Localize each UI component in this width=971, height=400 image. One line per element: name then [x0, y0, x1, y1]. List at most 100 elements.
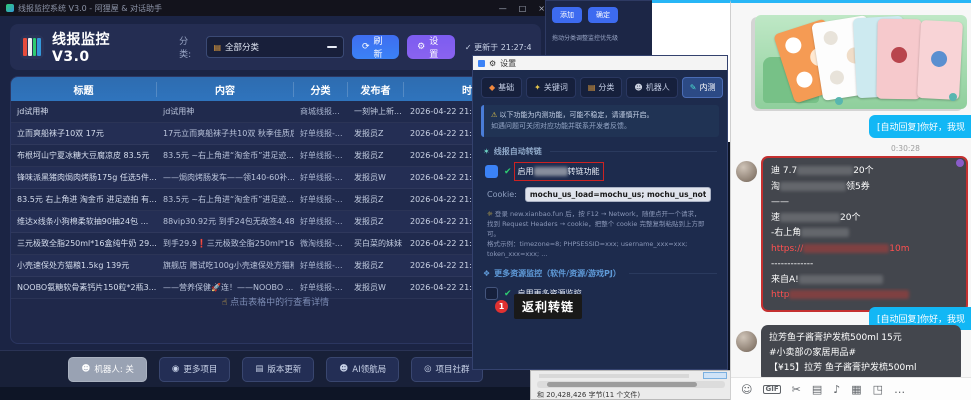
message-line: -右上角 [771, 226, 958, 242]
section-convert-links: ✶ 线报自动转链 [483, 146, 717, 157]
annotation-callout: 1 返利转链 [495, 294, 582, 319]
table-cell: 维达x线条小狗棉柔软抽90抽24包 ... [11, 216, 157, 227]
column-header: 标题 [11, 82, 157, 97]
table-row[interactable]: 布根坷山宁夏冰糖大豆腐凉皮 83.5元83.5元 ~右上角进“淘金币”进足迹..… [11, 145, 540, 167]
table-cell: 布根坷山宁夏冰糖大豆腐凉皮 83.5元 [11, 150, 157, 161]
background-window-button[interactable]: 确定 [588, 7, 618, 23]
table-cell: 发报员Z [348, 128, 404, 139]
annotation-badge: 1 [495, 300, 508, 313]
emoji-icon[interactable]: ☺ [741, 384, 752, 395]
column-header: 发布者 [348, 82, 404, 97]
gif-icon[interactable]: GIF [763, 385, 780, 394]
redacted-text [801, 228, 849, 237]
deal-message[interactable]: 拉芳鱼子酱膏护发梳500ml 15元#小卖部の家居用品#【¥15】拉芳 鱼子酱膏… [761, 325, 961, 382]
main-window: 线报监控系统 V3.0 - 阿狸屋 & 对话助手 — □ × 线报监控 V3.0… [0, 0, 551, 386]
table-row[interactable]: 小壳速保处方猫粮1.5kg 139元旗舰店 赠试吃100g小壳速保处方猫粮...… [11, 255, 540, 277]
deal-message-annotated[interactable]: 迪 7.720个淘领5券——速20个-右上角https://10m-------… [761, 156, 968, 312]
settings-button[interactable]: ⚙ 设置 [407, 35, 455, 59]
dialog-gear-icon: ⚙ [489, 59, 496, 68]
cookie-tips: ☼ 登录 new.xianbao.fun 后，按 F12 → Network，随… [487, 209, 715, 259]
desktop: 线报监控系统 V3.0 - 阿狸屋 & 对话助手 — □ × 线报监控 V3.0… [0, 0, 971, 400]
project-community-icon: ◎ [424, 364, 431, 374]
chat-timestamp: 0:30:28 [891, 144, 920, 153]
screen-capture-icon[interactable]: ◳ [873, 384, 883, 395]
section-more-resources: ❖ 更多资源监控（软件/资源/游戏PJ） [483, 268, 717, 279]
table-row[interactable]: 立而爽船袜子10双 17元17元立而爽船袜子共10双 秋季佳质后石...好单线报… [11, 123, 540, 145]
scrollbar-thumb[interactable] [547, 382, 697, 387]
message-line: 速20个 [771, 211, 958, 227]
convert-toggle-row: ✔ 启用转链功能 [485, 165, 727, 178]
redacted-text [799, 275, 883, 284]
table-cell: 到手29.9❗三元极致全脂250ml*16... [157, 238, 294, 249]
more-projects-button[interactable]: ◉更多项目 [159, 357, 230, 382]
message-line: 【¥15】拉芳 鱼子酱膏护发梳500ml [769, 361, 953, 376]
table-row[interactable]: 三元极致全脂250ml*16盒纯牛奶 29....到手29.9❗三元极致全脂25… [11, 233, 540, 255]
message-line: #小卖部の家居用品# [769, 346, 953, 361]
redacted-text [797, 166, 853, 175]
clipboard-icon: ▤ [213, 43, 221, 52]
tab-category[interactable]: ▤分类 [580, 77, 623, 98]
more-icon[interactable]: … [894, 384, 905, 395]
convert-toggle-label: 启用转链功能 [518, 166, 600, 177]
settings-dialog: ⚙ 设置 ◆基础✦关键词▤分类☻机器人✎内测 ⚠ 以下功能为内测功能，可能不稳定… [472, 55, 728, 370]
table-cell: 83.5元 ~右上角进“淘金币”进足迹... [157, 194, 294, 205]
screenshot-scissors-icon[interactable]: ✂ [792, 384, 801, 395]
redacted-text [803, 244, 889, 253]
header-card: 线报监控 V3.0 分类: ▤ 全部分类 ⟳ 刷新 ⚙ 设置 ✓ 更新于 21:… [10, 24, 541, 70]
convert-checkbox[interactable] [485, 165, 498, 178]
table-cell: 旗舰店 赠试吃100g小壳速保处方猫粮... [157, 260, 294, 271]
table-cell: 发报员Z [348, 216, 404, 227]
file-folder-icon[interactable]: ▤ [812, 384, 822, 395]
close-icon[interactable]: × [538, 4, 545, 13]
tab-keywords[interactable]: ✦关键词 [526, 77, 576, 98]
table-cell: 好单线报-... [294, 128, 348, 139]
table-row[interactable]: 维达x线条小狗棉柔软抽90抽24包 ...88vip30.92元 到手24包无敌… [11, 211, 540, 233]
category-dropdown[interactable]: ▤ 全部分类 [206, 36, 343, 58]
background-window-button[interactable]: 添加 [552, 7, 582, 23]
maximize-icon[interactable]: □ [519, 4, 527, 13]
checkmark-icon: ✔ [504, 167, 512, 177]
column-header: 内容 [157, 82, 294, 97]
table-cell: 83.5元 右上角进 淘金币 进足迹拍 有... [11, 194, 157, 205]
gear-icon: ⚙ [417, 42, 425, 52]
warning-icon: ⚠ [491, 111, 497, 119]
tab-basic[interactable]: ◆基础 [481, 77, 522, 98]
tab-beta[interactable]: ✎内测 [682, 77, 724, 98]
footer-toolbar: ☻机器人: 关◉更多项目▤版本更新☻AI领航局◎项目社群 [0, 350, 551, 387]
minimize-icon[interactable]: — [499, 4, 507, 13]
sender-avatar[interactable] [736, 161, 757, 182]
cookie-input[interactable] [525, 187, 711, 202]
refresh-button[interactable]: ⟳ 刷新 [352, 35, 399, 59]
table-row[interactable]: 83.5元 右上角进 淘金币 进足迹拍 有...83.5元 ~右上角进“淘金币”… [11, 189, 540, 211]
table-row[interactable]: 锋味派黑猪肉焗肉烤肠175g 任选5件...——焗肉烤肠发车——领140-60补… [11, 167, 540, 189]
dialog-titlebar: ⚙ 设置 [473, 56, 727, 70]
ai-navigator-icon: ☻ [339, 364, 348, 374]
annotation-label: 返利转链 [514, 294, 582, 319]
table-cell: 买白菜的妹妹 [348, 238, 404, 249]
sender-avatar[interactable] [736, 331, 757, 352]
robot-toggle-icon: ☻ [81, 364, 90, 374]
category-label: 分类: [179, 34, 198, 60]
image-icon[interactable]: ▦ [851, 384, 861, 395]
ai-navigator-button[interactable]: ☻AI领航局 [326, 357, 399, 382]
table-cell: 商城线报... [294, 106, 348, 117]
table-row[interactable]: jd试用神jd试用神商城线报...一刻钟上新...2026-04-22 21:2 [11, 101, 540, 123]
file-explorer-sliver: ▶ 和 20,428,426 字节(11 个文件) [530, 370, 742, 400]
table-cell: 发报员Z [348, 150, 404, 161]
message-line: 迪 7.720个 [771, 164, 958, 180]
page-title: 线报监控 V3.0 [52, 29, 145, 65]
main-titlebar: 线报监控系统 V3.0 - 阿狸屋 & 对话助手 — □ × [0, 0, 551, 16]
horizontal-scrollbar[interactable] [537, 381, 725, 388]
sticker-image[interactable] [755, 15, 967, 109]
audio-icon[interactable]: ♪ [833, 384, 840, 395]
table-cell: 三元极致全脂250ml*16盒纯牛奶 29.... [11, 238, 157, 249]
message-line: 淘领5券 [771, 180, 958, 196]
table-cell: 好单线报-... [294, 216, 348, 227]
chat-window: [自动回复]你好，我现 0:30:28 迪 7.720个淘领5券——速20个-右… [730, 0, 971, 400]
redacted-text [789, 290, 909, 299]
version-update-button[interactable]: ▤版本更新 [242, 357, 314, 382]
column-header: 分类 [294, 82, 348, 97]
robot-toggle-button[interactable]: ☻机器人: 关 [68, 357, 146, 382]
tab-robot[interactable]: ☻机器人 [626, 77, 677, 98]
tab-keywords-icon: ✦ [534, 83, 541, 92]
